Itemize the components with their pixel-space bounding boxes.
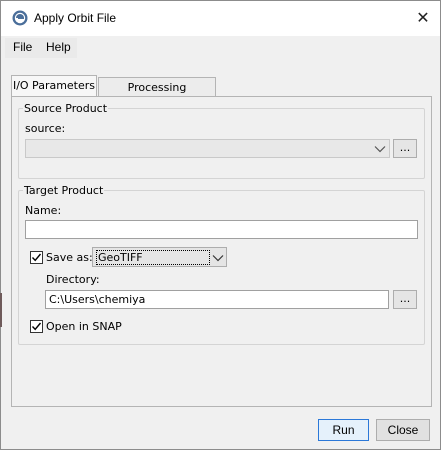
save-as-label: Save as: — [46, 251, 93, 264]
source-browse-button[interactable]: ... — [393, 139, 417, 158]
menu-file[interactable]: File — [13, 40, 32, 54]
open-in-snap-label: Open in SNAP — [46, 320, 122, 333]
menu-help[interactable]: Help — [46, 40, 71, 54]
source-label: source: — [25, 122, 66, 135]
format-select-value: GeoTIFF — [96, 250, 210, 265]
dialog-window: Apply Orbit File ✕ File Help I/O Paramet… — [0, 0, 441, 450]
window-title: Apply Orbit File — [34, 11, 117, 25]
tab-processing-parameters[interactable]: Processing Parameters — [98, 77, 216, 113]
source-product-title: Source Product — [23, 102, 109, 115]
background-window-edge — [0, 293, 2, 327]
directory-input[interactable]: C:\Users\chemiya — [45, 290, 389, 309]
close-button[interactable]: Close — [376, 419, 430, 441]
run-button[interactable]: Run — [318, 419, 369, 441]
open-in-snap-checkbox[interactable] — [30, 320, 43, 333]
tab-io-parameters-label: I/O Parameters — [12, 79, 96, 92]
close-icon[interactable]: ✕ — [409, 6, 437, 30]
checkmark-icon — [31, 253, 42, 262]
chevron-down-icon — [212, 255, 224, 262]
chevron-down-icon — [374, 146, 386, 153]
name-input[interactable] — [25, 220, 418, 239]
format-select[interactable]: GeoTIFF — [92, 247, 227, 267]
save-as-checkbox[interactable] — [30, 251, 43, 264]
target-product-title: Target Product — [23, 184, 105, 197]
directory-label: Directory: — [46, 273, 100, 286]
source-select[interactable] — [25, 139, 390, 158]
snap-app-icon — [12, 10, 28, 26]
tab-io-parameters[interactable]: I/O Parameters — [11, 75, 97, 97]
name-label: Name: — [25, 204, 62, 217]
directory-browse-button[interactable]: ... — [393, 290, 417, 309]
title-bar: Apply Orbit File ✕ — [1, 1, 440, 36]
checkmark-icon — [31, 322, 42, 331]
